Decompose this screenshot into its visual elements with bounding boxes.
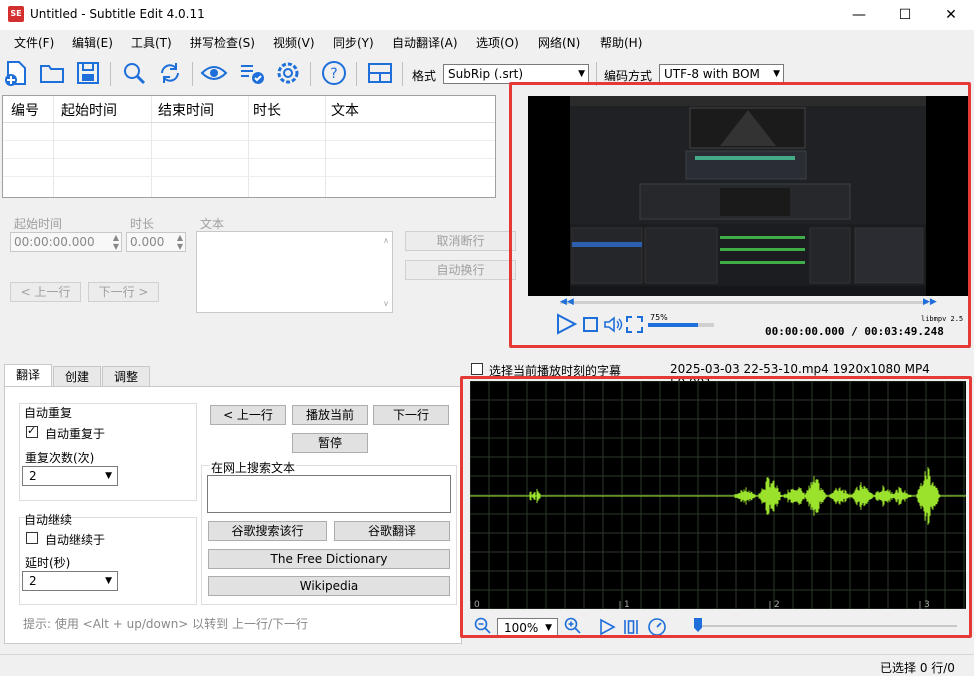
keyboard-hint: 提示: 使用 <Alt + up/down> 以转到 上一行/下一行: [23, 617, 309, 631]
pause-button[interactable]: 暂停: [292, 433, 368, 453]
open-folder-icon[interactable]: [38, 59, 66, 87]
format-select[interactable]: SubRip (.srt) ▼: [443, 64, 589, 84]
duration-input[interactable]: 0.000 ▲ ▼: [126, 232, 186, 252]
settings-icon[interactable]: [274, 59, 302, 87]
unbreak-button[interactable]: 取消断行: [405, 231, 516, 251]
menu-edit[interactable]: 编辑(E): [72, 34, 113, 51]
chevron-down-icon: ▼: [578, 69, 585, 79]
delay-select[interactable]: 2 ▼: [22, 571, 118, 591]
wikipedia-button[interactable]: Wikipedia: [208, 576, 450, 596]
app-icon: SE: [8, 6, 24, 22]
column-header-end[interactable]: 结束时间: [158, 100, 214, 120]
translate-prev-button[interactable]: < 上一行: [210, 405, 286, 425]
free-dictionary-button[interactable]: The Free Dictionary: [208, 549, 450, 569]
tab-create[interactable]: 创建: [53, 366, 101, 388]
menu-options[interactable]: 选项(O): [476, 34, 519, 51]
replace-icon[interactable]: [156, 59, 184, 87]
auto-continue-title: 自动继续: [24, 513, 73, 527]
menu-help[interactable]: 帮助(H): [600, 34, 642, 51]
spell-check-icon[interactable]: [238, 59, 266, 87]
column-header-text[interactable]: 文本: [331, 100, 359, 120]
column-header-number[interactable]: 编号: [11, 100, 39, 120]
minimize-button[interactable]: —: [836, 0, 882, 30]
start-time-label: 起始时间: [14, 217, 63, 231]
waveform-highlight-box: [460, 376, 972, 638]
delay-label: 延时(秒): [25, 556, 71, 570]
duration-label: 时长: [130, 217, 155, 231]
chevron-down-icon: ▼: [105, 471, 112, 481]
new-file-icon[interactable]: [2, 59, 30, 87]
format-label: 格式: [412, 69, 437, 83]
auto-repeat-checkbox[interactable]: ✓: [26, 424, 38, 438]
auto-break-button[interactable]: 自动换行: [405, 260, 516, 280]
web-search-input[interactable]: [207, 475, 451, 513]
tab-adjust[interactable]: 调整: [102, 366, 150, 388]
chevron-down-icon: ▼: [773, 69, 780, 79]
auto-continue-check-label: 自动继续于: [45, 533, 106, 547]
menu-spellcheck[interactable]: 拼写检查(S): [190, 34, 255, 51]
status-bar: 已选择 0 行/0: [0, 654, 974, 676]
web-search-title: 在网上搜索文本: [210, 459, 297, 476]
translate-next-button[interactable]: 下一行: [373, 405, 449, 425]
auto-continue-checkbox[interactable]: [26, 532, 38, 544]
menu-network[interactable]: 网络(N): [538, 34, 580, 51]
menu-file[interactable]: 文件(F): [14, 34, 54, 51]
repeat-count-select[interactable]: 2 ▼: [22, 466, 118, 486]
tab-translate[interactable]: 翻译: [4, 364, 52, 388]
chevron-down-icon: ▼: [105, 576, 112, 586]
prev-line-button[interactable]: < 上一行: [10, 282, 81, 302]
auto-repeat-check-label: 自动重复于: [45, 427, 106, 441]
close-button[interactable]: ✕: [928, 0, 974, 30]
next-line-button[interactable]: 下一行 >: [88, 282, 159, 302]
play-current-button[interactable]: 播放当前: [292, 405, 368, 425]
video-highlight-box: [509, 82, 971, 348]
google-translate-button[interactable]: 谷歌翻译: [334, 521, 450, 541]
subtitle-text-area[interactable]: ∧ ∨: [196, 231, 393, 313]
maximize-button[interactable]: ☐: [882, 0, 928, 30]
column-header-start[interactable]: 起始时间: [61, 100, 117, 120]
column-header-duration[interactable]: 时长: [253, 100, 281, 120]
menu-auto-translate[interactable]: 自动翻译(A): [392, 34, 458, 51]
text-label: 文本: [200, 217, 225, 231]
subtitle-grid[interactable]: 编号 起始时间 结束时间 时长 文本: [2, 95, 496, 198]
svg-text:?: ?: [330, 66, 337, 82]
help-icon[interactable]: ?: [320, 59, 348, 87]
start-time-input[interactable]: 00:00:00.000 ▲ ▼: [10, 232, 122, 252]
encoding-select[interactable]: UTF-8 with BOM ▼: [659, 64, 784, 84]
google-search-button[interactable]: 谷歌搜索该行: [208, 521, 327, 541]
layout-icon[interactable]: [366, 59, 394, 87]
status-text: 已选择 0 行/0: [880, 661, 955, 675]
find-icon[interactable]: [120, 59, 148, 87]
select-current-subtitle-checkbox[interactable]: [471, 363, 483, 375]
repeat-count-label: 重复次数(次): [25, 451, 95, 465]
auto-repeat-title: 自动重复: [24, 406, 73, 420]
menu-tools[interactable]: 工具(T): [131, 34, 172, 51]
menu-video[interactable]: 视频(V): [273, 34, 315, 51]
menu-bar: 文件(F) 编辑(E) 工具(T) 拼写检查(S) 视频(V) 同步(Y) 自动…: [0, 30, 974, 54]
window-title: Untitled - Subtitle Edit 4.0.11: [30, 7, 205, 21]
translate-panel: 自动重复 ✓ 自动重复于 重复次数(次) 2 ▼ 自动继续 自动继续于 延时(秒)…: [4, 386, 462, 644]
menu-sync[interactable]: 同步(Y): [333, 34, 374, 51]
visual-sync-icon[interactable]: [200, 59, 228, 87]
title-bar: SE Untitled - Subtitle Edit 4.0.11 — ☐ ✕: [0, 0, 974, 30]
save-icon[interactable]: [74, 59, 102, 87]
